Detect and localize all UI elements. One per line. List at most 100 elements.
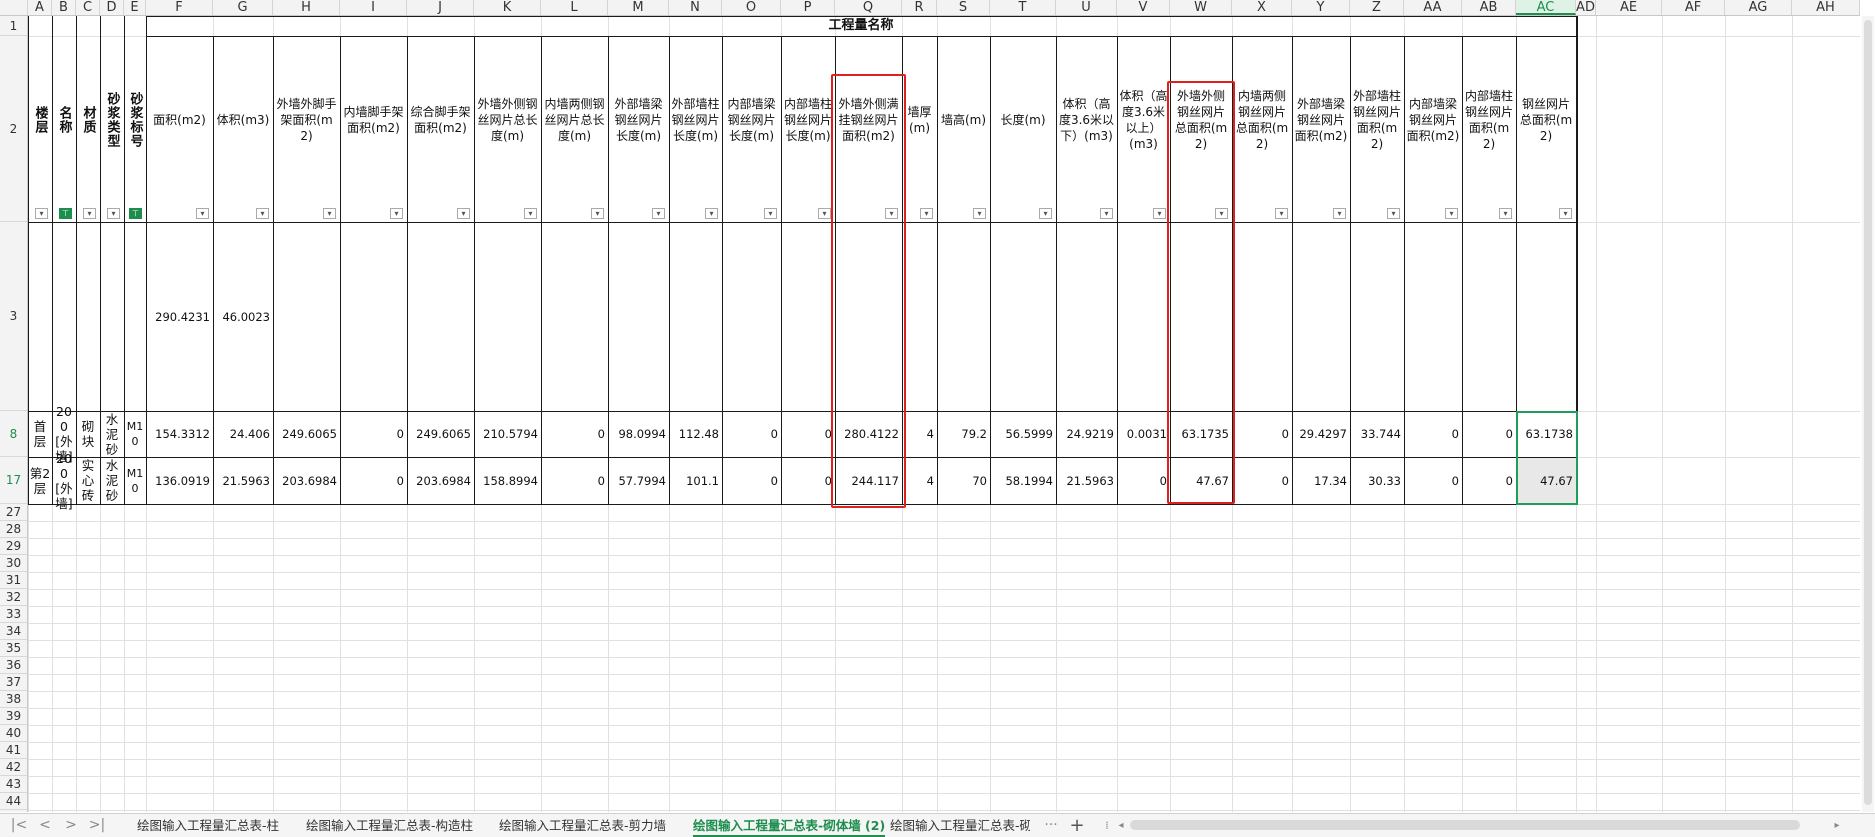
active-filter-icon[interactable]: ⊤ [59,208,72,219]
cell-y17[interactable]: 17.34 [1292,457,1350,504]
filter-dropdown-icon[interactable]: ▾ [818,208,831,219]
column-header-z[interactable]: Z [1350,0,1404,15]
cell-u8[interactable]: 24.9219 [1056,411,1117,457]
cell-m17[interactable]: 57.7994 [608,457,669,504]
row-header-1[interactable]: 1 [0,16,27,36]
column-header-i[interactable]: I [340,0,407,15]
row-header-36[interactable]: 36 [0,657,27,674]
column-header-k[interactable]: K [474,0,541,15]
column-header-y[interactable]: Y [1292,0,1350,15]
cell-v17[interactable]: 0 [1117,457,1170,504]
cell-x8[interactable]: 0 [1232,411,1292,457]
filter-dropdown-icon[interactable]: ▾ [764,208,777,219]
selection-range[interactable] [1516,411,1578,505]
add-sheet-button[interactable]: + [1066,814,1088,837]
cell-e17[interactable]: M10 [124,457,146,504]
column-header-g[interactable]: G [213,0,273,15]
cell-z8[interactable]: 33.744 [1350,411,1404,457]
filter-dropdown-icon[interactable]: ▾ [1039,208,1052,219]
cell-p17[interactable]: 0 [781,457,835,504]
cell-j17[interactable]: 203.6984 [407,457,474,504]
last-sheet-icon[interactable]: >| [86,814,108,837]
cell-ab8[interactable]: 0 [1462,411,1516,457]
cell-j8[interactable]: 249.6065 [407,411,474,457]
cell-t8[interactable]: 56.5999 [990,411,1056,457]
filter-dropdown-icon[interactable]: ▾ [1387,208,1400,219]
cell-b17[interactable]: 200[外墙] [52,451,76,511]
cell-aa8[interactable]: 0 [1404,411,1462,457]
column-header-x[interactable]: X [1232,0,1292,15]
sheet-tab[interactable]: 绘图输入工程量汇总表-构造柱 [306,814,473,837]
row-header-40[interactable]: 40 [0,725,27,742]
cell-n17[interactable]: 101.1 [669,457,722,504]
row-header-33[interactable]: 33 [0,606,27,623]
column-header-ag[interactable]: AG [1725,0,1792,15]
column-header-ae[interactable]: AE [1596,0,1662,15]
scroll-right-icon[interactable]: ▸ [1826,814,1848,837]
row-header-28[interactable]: 28 [0,521,27,538]
cell-g3[interactable]: 46.0023 [213,222,273,411]
column-header-ad[interactable]: AD [1576,0,1596,15]
filter-dropdown-icon[interactable]: ▾ [652,208,665,219]
column-header-t[interactable]: T [990,0,1056,15]
cell-n8[interactable]: 112.48 [669,411,722,457]
cell-o17[interactable]: 0 [722,457,781,504]
row-header-41[interactable]: 41 [0,742,27,759]
cell-a8[interactable]: 首层 [28,411,52,457]
filter-dropdown-icon[interactable]: ▾ [1333,208,1346,219]
row-header-29[interactable]: 29 [0,538,27,555]
column-header-a[interactable]: A [28,0,52,15]
cell-k17[interactable]: 158.8994 [474,457,541,504]
filter-dropdown-icon[interactable]: ▾ [457,208,470,219]
cell-c17[interactable]: 实心砖 [76,457,100,504]
cell-g8[interactable]: 24.406 [213,411,273,457]
cell-d8[interactable]: 水泥砂 [100,411,124,457]
filter-dropdown-icon[interactable]: ▾ [973,208,986,219]
cell-l17[interactable]: 0 [541,457,608,504]
sheet-tab[interactable]: 绘图输入工程量汇总表-砌体 [890,814,1030,837]
filter-dropdown-icon[interactable]: ▾ [1153,208,1166,219]
row-header-38[interactable]: 38 [0,691,27,708]
prev-sheet-icon[interactable]: < [34,814,56,837]
column-header-s[interactable]: S [937,0,990,15]
filter-dropdown-icon[interactable]: ▾ [1100,208,1113,219]
filter-dropdown-icon[interactable]: ▾ [196,208,209,219]
cell-a17[interactable]: 第2层 [28,457,52,504]
filter-dropdown-icon[interactable]: ▾ [323,208,336,219]
cell-c8[interactable]: 砌块 [76,411,100,457]
cell-r17[interactable]: 4 [902,457,937,504]
active-filter-icon[interactable]: ⊤ [129,208,142,219]
vertical-scroll-thumb[interactable] [1864,20,1872,805]
filter-dropdown-icon[interactable]: ▾ [1275,208,1288,219]
column-header-q[interactable]: Q [835,0,902,15]
column-header-ab[interactable]: AB [1462,0,1516,15]
column-header-u[interactable]: U [1056,0,1117,15]
cell-f8[interactable]: 154.3312 [146,411,213,457]
column-header-v[interactable]: V [1117,0,1170,15]
row-header-30[interactable]: 30 [0,555,27,572]
cell-e8[interactable]: M10 [124,411,146,457]
column-header-h[interactable]: H [273,0,340,15]
cell-l8[interactable]: 0 [541,411,608,457]
cell-k8[interactable]: 210.5794 [474,411,541,457]
row-header-44[interactable]: 44 [0,793,27,810]
cell-f17[interactable]: 136.0919 [146,457,213,504]
horizontal-scrollbar[interactable] [1130,820,1800,830]
column-header-ac[interactable]: AC [1516,0,1576,15]
column-header-f[interactable]: F [146,0,213,15]
filter-dropdown-icon[interactable]: ▾ [390,208,403,219]
filter-dropdown-icon[interactable]: ▾ [591,208,604,219]
filter-dropdown-icon[interactable]: ▾ [107,208,120,219]
cell-i17[interactable]: 0 [340,457,407,504]
row-header-17[interactable]: 17 [0,457,27,504]
filter-dropdown-icon[interactable]: ▾ [920,208,933,219]
cell-x17[interactable]: 0 [1232,457,1292,504]
sheet-tab[interactable]: 绘图输入工程量汇总表-柱 [137,814,279,837]
column-header-w[interactable]: W [1170,0,1232,15]
row-header-43[interactable]: 43 [0,776,27,793]
scroll-left-icon[interactable]: ◂ [1110,814,1132,837]
cell-r8[interactable]: 4 [902,411,937,457]
cell-s17[interactable]: 70 [937,457,990,504]
column-header-aa[interactable]: AA [1404,0,1462,15]
cell-m8[interactable]: 98.0994 [608,411,669,457]
